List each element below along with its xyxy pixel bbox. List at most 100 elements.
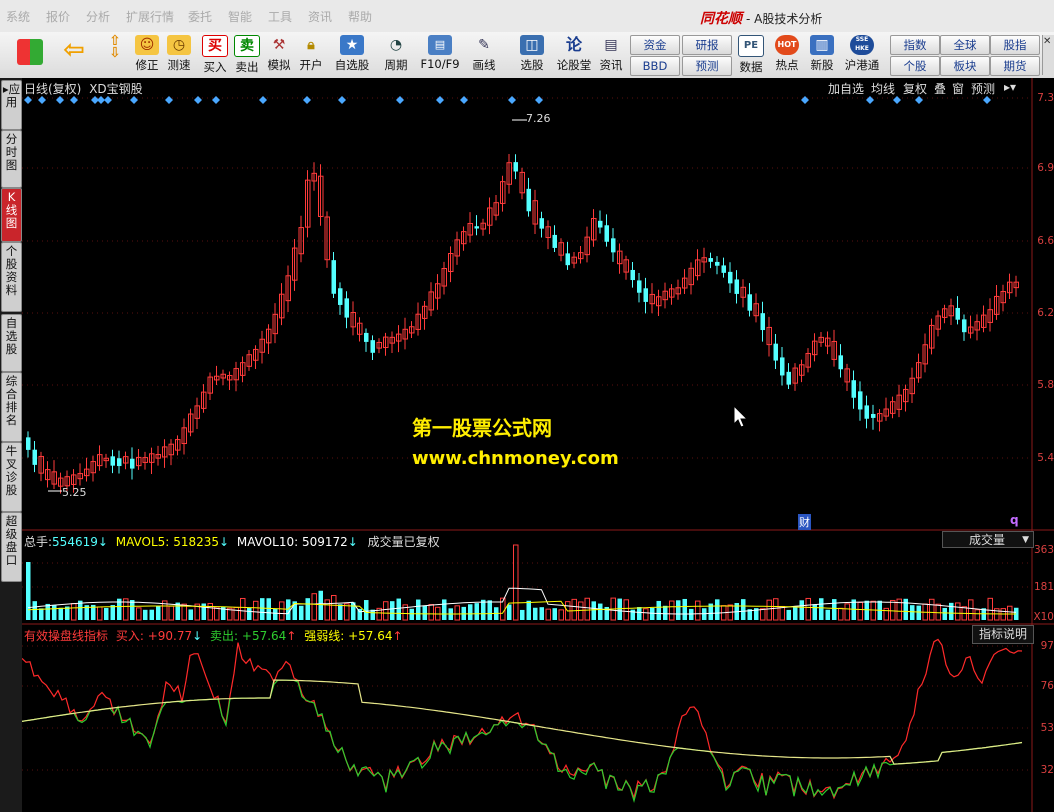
news-button[interactable]: ▤ 资讯 — [596, 35, 626, 75]
new-stock-label: 新股 — [810, 58, 834, 72]
up-arrow-icon: ↑ — [392, 629, 403, 643]
tab-super-quote[interactable]: 超级盘口 — [1, 512, 22, 582]
single-stock-button[interactable]: 个股 — [890, 56, 940, 76]
open-account-button[interactable]: 🔒︎ 开户 — [296, 35, 326, 75]
ma-button[interactable]: 均线 — [871, 80, 895, 97]
menu-analysis[interactable]: 分析 — [86, 8, 110, 25]
menu-smart[interactable]: 智能 — [228, 8, 252, 25]
indicator-buy-value: +90.77 — [147, 629, 193, 643]
volume-bar — [247, 607, 252, 620]
toolbar-expand-icon[interactable]: ✕ — [1042, 35, 1054, 75]
tab-diagnosis[interactable]: 牛叉诊股 — [1, 442, 22, 512]
q-marker[interactable]: q — [1010, 513, 1019, 527]
volume-bar — [533, 607, 538, 620]
kline-chart-area[interactable]: 日线(复权) XD宝钢股 加自选 均线 复权 叠 窗 预测 ▸▾ 7.3 6.9… — [22, 78, 1054, 812]
candle-body — [539, 218, 544, 229]
volume-ma10-label: MAVOL10: — [236, 535, 299, 549]
chart-menu-icon[interactable]: ▸▾ — [1004, 80, 1016, 94]
stock-index-futures-button[interactable]: 股指 — [990, 35, 1040, 55]
price-axis-label: 6.9 — [1037, 162, 1054, 174]
simulate-button[interactable]: ⚒ 模拟 — [264, 35, 294, 75]
forum-button[interactable]: 论 论股堂 — [556, 35, 592, 75]
app-subtitle: - A股技术分析 — [746, 12, 823, 26]
volume-indicator-select[interactable]: 成交量 ▼ — [942, 531, 1034, 548]
volume-bar — [32, 601, 37, 620]
tab-ranking[interactable]: 综合排名 — [1, 372, 22, 442]
volume-bar — [442, 599, 447, 620]
menu-news[interactable]: 资讯 — [308, 8, 332, 25]
correct-button[interactable]: ☺ 修正 — [132, 35, 162, 75]
volume-bar — [468, 604, 473, 620]
app-title: 同花顺 - A股技术分析 — [700, 8, 822, 28]
sell-button[interactable]: 卖 卖出 — [232, 35, 262, 75]
funds-button[interactable]: 资金 — [630, 35, 680, 55]
page-updown-button[interactable]: ⇧ ⇩ — [100, 34, 130, 75]
candle-body — [526, 188, 531, 212]
tab-intraday[interactable]: 分时图 — [1, 130, 22, 188]
data-button[interactable]: PE 数据 — [736, 35, 766, 75]
forecast-button[interactable]: 预测 — [682, 56, 732, 76]
window-button[interactable]: 窗 — [952, 80, 964, 97]
layout-button[interactable] — [14, 35, 46, 75]
tab-kline[interactable]: K线图 — [1, 188, 22, 242]
global-button[interactable]: 全球 — [940, 35, 990, 55]
period-button[interactable]: ◔ 周期 — [378, 35, 414, 75]
period-label: 周期 — [384, 58, 408, 72]
news-label: 资讯 — [599, 58, 623, 72]
menu-help[interactable]: 帮助 — [348, 8, 372, 25]
buy-button[interactable]: 买 买入 — [200, 35, 230, 75]
sector-button[interactable]: 板块 — [940, 56, 990, 76]
draw-line-button[interactable]: ✎ 画线 — [466, 35, 502, 75]
futures-button[interactable]: 期货 — [990, 56, 1040, 76]
picker-icon: ◫ — [520, 35, 544, 55]
hot-button[interactable]: HOT 热点 — [772, 35, 802, 75]
chart-canvas[interactable] — [22, 78, 1054, 812]
menu-system[interactable]: 系统 — [6, 8, 30, 25]
tab-stock-info[interactable]: 个股资料 — [1, 242, 22, 312]
new-stock-button[interactable]: ▥ 新股 — [806, 35, 838, 75]
volume-bar — [819, 598, 824, 620]
volume-bar — [715, 599, 720, 620]
candle-body — [32, 449, 37, 465]
menu-extended[interactable]: 扩展行情 — [126, 8, 174, 25]
indicator-sell-label: 卖出: — [210, 629, 239, 643]
speedtest-button[interactable]: ◷ 测速 — [164, 35, 194, 75]
back-button[interactable]: ⇦ — [58, 35, 90, 75]
menu-order[interactable]: 委托 — [188, 8, 212, 25]
overlay-button[interactable]: 叠 — [934, 80, 946, 97]
volume-bar — [663, 605, 668, 620]
bbd-button[interactable]: BBD — [630, 56, 680, 76]
indicator-buy-label: 买入: — [115, 629, 144, 643]
tab-apps[interactable]: ▸应用 — [1, 80, 22, 130]
menu-quote[interactable]: 报价 — [46, 8, 70, 25]
menu-tools[interactable]: 工具 — [268, 8, 292, 25]
volume-bar — [507, 604, 512, 620]
volume-bar — [942, 607, 947, 620]
watchlist-button[interactable]: ★ 自选股 — [332, 35, 372, 75]
stock-picker-button[interactable]: ◫ 选股 — [512, 35, 552, 75]
buy-icon: 买 — [202, 35, 228, 57]
index-button[interactable]: 指数 — [890, 35, 940, 55]
forecast-chart-button[interactable]: 预测 — [971, 80, 995, 97]
candle-body — [611, 238, 616, 253]
candle-body — [637, 280, 642, 293]
volume-axis-label: 181 — [1033, 581, 1054, 593]
hk-connect-button[interactable]: SSE HKE 沪港通 — [842, 35, 882, 75]
low-price-label: 5.25 — [62, 486, 87, 499]
volume-bar — [682, 598, 687, 620]
volume-bar — [520, 609, 525, 620]
candle-body — [864, 405, 869, 419]
hk-connect-label: 沪港通 — [844, 58, 880, 72]
add-watchlist-button[interactable]: 加自选 — [828, 80, 864, 97]
adjust-button[interactable]: 复权 — [903, 80, 927, 97]
candle-body — [747, 294, 752, 311]
finance-marker[interactable]: 财 — [798, 514, 811, 530]
volume-bar — [676, 600, 681, 620]
research-button[interactable]: 研报 — [682, 35, 732, 55]
candle-body — [474, 226, 479, 229]
indicator-help-button[interactable]: 指标说明 — [972, 625, 1034, 644]
candle-body — [851, 380, 856, 398]
f10-button[interactable]: ▤ F10/F9 — [418, 35, 462, 75]
tab-watchlist[interactable]: 自选股 — [1, 314, 22, 372]
volume-bar — [318, 590, 323, 620]
